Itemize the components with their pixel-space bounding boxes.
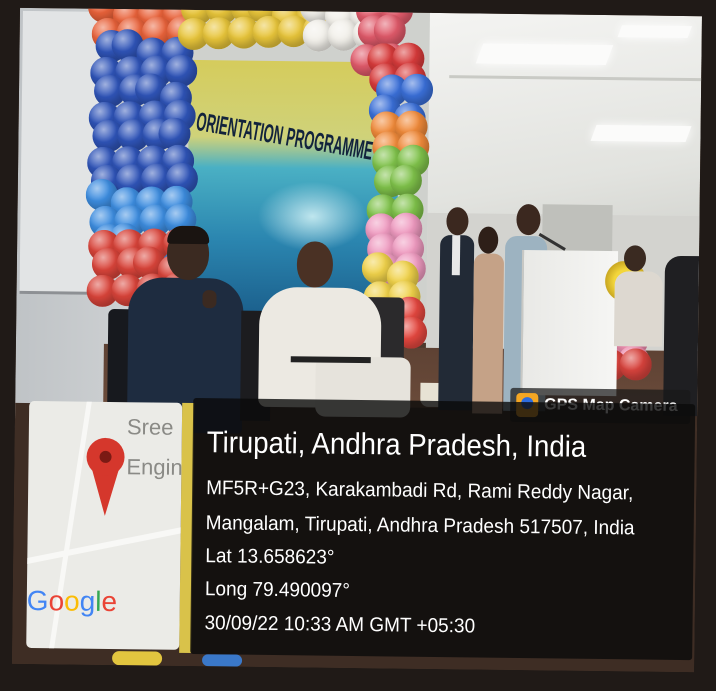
longitude: Long 79.490097° (204, 578, 351, 602)
google-logo-letter: e (101, 585, 118, 618)
standing-person-saree (472, 253, 505, 414)
map-road (26, 524, 183, 566)
address-line-2: Mangalam, Tirupati, Andhra Pradesh 51750… (205, 512, 635, 540)
person-right (613, 271, 663, 347)
ceiling-light (475, 43, 614, 66)
location-title: Tirupati, Andhra Pradesh, India (206, 426, 587, 464)
google-logo-letter: g (79, 585, 96, 617)
google-logo: Google (26, 584, 118, 618)
geotagged-photo: ORIENTATION PROGRAMME GPS Map Camera Sre… (12, 7, 702, 673)
map-place-label: Engin (126, 454, 183, 480)
map-place-label: Sree (126, 414, 174, 440)
location-pin-dot (99, 450, 112, 464)
guest-hand (202, 290, 217, 309)
chair-armrest (290, 356, 371, 364)
guest-white-shirt-head (296, 241, 334, 288)
ceiling-light (617, 25, 693, 39)
balloon (619, 348, 652, 381)
google-logo-letter: G (26, 584, 49, 617)
guest-hair (167, 225, 210, 245)
google-logo-letter: o (63, 585, 80, 617)
balloon (373, 14, 406, 47)
foreground-balloon (112, 651, 163, 666)
shirt-collar (451, 235, 461, 276)
latitude: Lat 13.658623° (205, 545, 335, 569)
foreground-balloon (202, 654, 243, 667)
map-thumbnail: Sree Engin Google (26, 401, 183, 650)
location-info-panel: Tirupati, Andhra Pradesh, India MF5R+G23… (190, 398, 696, 661)
podium (520, 250, 619, 397)
balloon (389, 164, 423, 197)
balloon (400, 73, 434, 106)
google-logo-letter: o (48, 585, 65, 617)
ceiling-light (590, 124, 692, 142)
timestamp: 30/09/22 10:33 AM GMT +05:30 (204, 612, 476, 638)
address-line-1: MF5R+G23, Karakambadi Rd, Rami Reddy Nag… (206, 477, 634, 505)
